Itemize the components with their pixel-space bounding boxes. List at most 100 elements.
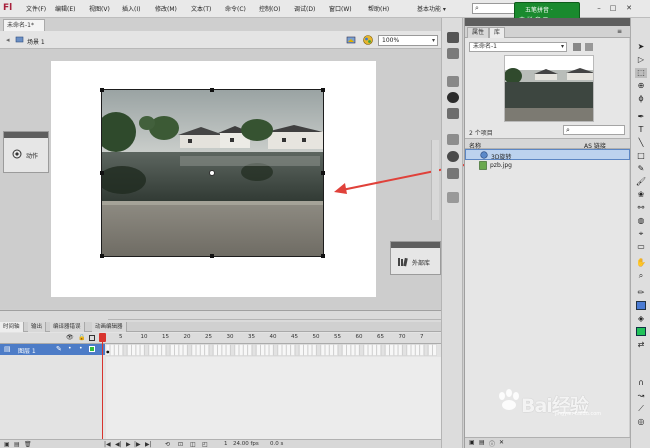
keyframe[interactable] (106, 350, 110, 354)
workspace-switcher[interactable]: 基本功能 ▾ (417, 4, 446, 13)
new-library-panel-icon[interactable] (585, 43, 593, 51)
frame-cell[interactable] (234, 344, 239, 356)
menu-text[interactable]: 文本(T) (191, 4, 211, 13)
info-icon[interactable] (447, 92, 459, 103)
transform-handle[interactable] (210, 254, 214, 258)
new-folder-icon[interactable]: ▤ (479, 439, 485, 446)
frame-cell[interactable] (110, 344, 115, 356)
frame-cell[interactable] (140, 344, 145, 356)
frame-cell[interactable] (286, 344, 291, 356)
menu-control[interactable]: 控制(O) (259, 4, 280, 13)
frame-cell[interactable] (359, 344, 364, 356)
fill-color-swatch[interactable] (636, 327, 646, 336)
last-frame-icon[interactable]: ▶| (145, 441, 152, 448)
delete-icon[interactable]: ✕ (499, 439, 504, 446)
frame-cell[interactable] (131, 344, 136, 356)
frame-cell[interactable] (428, 344, 433, 356)
back-arrow-icon[interactable]: ◂ (6, 36, 10, 44)
layer-row[interactable]: ▤ 图层 1 ✎ • • (0, 344, 105, 355)
frame-cell[interactable] (148, 344, 153, 356)
timeline-empty-area[interactable] (106, 357, 441, 439)
frame-cell[interactable] (191, 344, 196, 356)
frame-cell[interactable] (337, 344, 343, 356)
dock-scrollbar[interactable] (431, 140, 439, 220)
stroke-color-icon[interactable]: ✏ (635, 288, 647, 298)
frame-cell[interactable] (294, 344, 300, 356)
menu-edit[interactable]: 编辑(E) (55, 4, 75, 13)
code-snippets-icon[interactable] (447, 134, 459, 145)
center-frame-icon[interactable]: ⊡ (178, 441, 183, 448)
frame-cell[interactable] (381, 344, 386, 356)
frame-cell[interactable] (260, 344, 265, 356)
first-frame-icon[interactable]: |◀ (104, 441, 111, 448)
tab-properties[interactable]: 属性 (467, 27, 490, 38)
swap-colors-icon[interactable]: ⇄ (635, 340, 647, 350)
frame-cell[interactable] (230, 344, 235, 356)
frame-cell[interactable] (415, 344, 420, 356)
frame-cell[interactable] (213, 344, 218, 356)
tab-compiler-errors[interactable]: 编译器错误 (50, 322, 85, 332)
layer-name[interactable]: 图层 1 (18, 346, 36, 355)
delete-layer-icon[interactable]: 🗑 (24, 441, 32, 448)
frame-cell[interactable] (196, 344, 201, 356)
edit-symbol-icon[interactable] (362, 34, 374, 46)
menu-help[interactable]: 帮助(H) (368, 4, 389, 13)
frame-cell[interactable] (346, 344, 351, 356)
frame-cell[interactable] (282, 344, 287, 356)
layer-outline-color[interactable] (89, 346, 95, 352)
menu-commands[interactable]: 命令(C) (225, 4, 246, 13)
selection-tool-icon[interactable]: ➤ (635, 42, 647, 52)
frame-cell[interactable] (325, 344, 330, 356)
frame-cell[interactable] (342, 344, 347, 356)
new-symbol-icon[interactable]: ▣ (469, 439, 475, 446)
pen-tool-icon[interactable]: ✒ (635, 112, 647, 122)
paint-bucket-tool-icon[interactable]: ◍ (635, 216, 647, 226)
frame-cell[interactable] (277, 344, 282, 356)
frame-cell[interactable] (320, 344, 325, 356)
eyedropper-tool-icon[interactable]: ⌖ (635, 229, 647, 239)
library-document-select[interactable]: 未命名-1 ▾ (469, 42, 567, 52)
frame-cell[interactable] (247, 344, 252, 356)
frame-cell[interactable] (290, 344, 295, 356)
menu-insert[interactable]: 插入(I) (122, 4, 140, 13)
frame-cell[interactable] (123, 344, 128, 356)
pencil-tool-icon[interactable]: ✎ (635, 164, 647, 174)
frame-cell[interactable] (269, 344, 274, 356)
external-library-panel[interactable]: 外部库 (390, 241, 441, 275)
menu-window[interactable]: 窗口(W) (329, 4, 352, 13)
frame-cell[interactable] (406, 344, 411, 356)
history-icon[interactable] (447, 192, 459, 203)
layer-frames[interactable] (106, 344, 441, 356)
rectangle-tool-icon[interactable]: □ (635, 151, 647, 161)
frame-cell[interactable] (350, 344, 356, 356)
frame-cell[interactable] (368, 344, 373, 356)
brush-tool-icon[interactable]: 🖌 (635, 177, 647, 187)
frame-cell[interactable] (144, 344, 149, 356)
frame-cell[interactable] (157, 344, 162, 356)
color-icon[interactable] (447, 32, 459, 43)
frame-cell[interactable] (166, 344, 171, 356)
onion-skin-icon[interactable]: ◫ (190, 441, 196, 448)
subselection-tool-icon[interactable]: ▷ (635, 55, 647, 65)
transform-handle[interactable] (210, 88, 214, 92)
tab-motion-editor[interactable]: 动画编辑器 (92, 322, 127, 332)
frame-cell[interactable] (424, 344, 429, 356)
panel-grip[interactable] (465, 18, 630, 26)
frame-cell[interactable] (372, 344, 377, 356)
stage-horizontal-scrollbar[interactable] (108, 311, 441, 320)
frame-cell[interactable] (333, 344, 338, 356)
library-item[interactable]: 3D旋转 (465, 149, 630, 161)
playhead[interactable] (102, 333, 103, 448)
frame-cell[interactable] (307, 344, 313, 356)
transform-handle[interactable] (321, 88, 325, 92)
panel-menu-icon[interactable]: ≡ (617, 28, 622, 35)
frame-cell[interactable] (239, 344, 244, 356)
frame-cell[interactable] (432, 344, 437, 356)
frame-cell[interactable] (118, 344, 123, 356)
fill-color-icon[interactable]: ◈ (635, 314, 647, 324)
new-folder-icon[interactable]: ▤ (14, 441, 20, 448)
tab-output[interactable]: 输出 (28, 322, 47, 332)
smooth-icon[interactable]: ↝ (635, 391, 647, 401)
frame-cell[interactable] (411, 344, 416, 356)
frame-cell[interactable] (385, 344, 390, 356)
